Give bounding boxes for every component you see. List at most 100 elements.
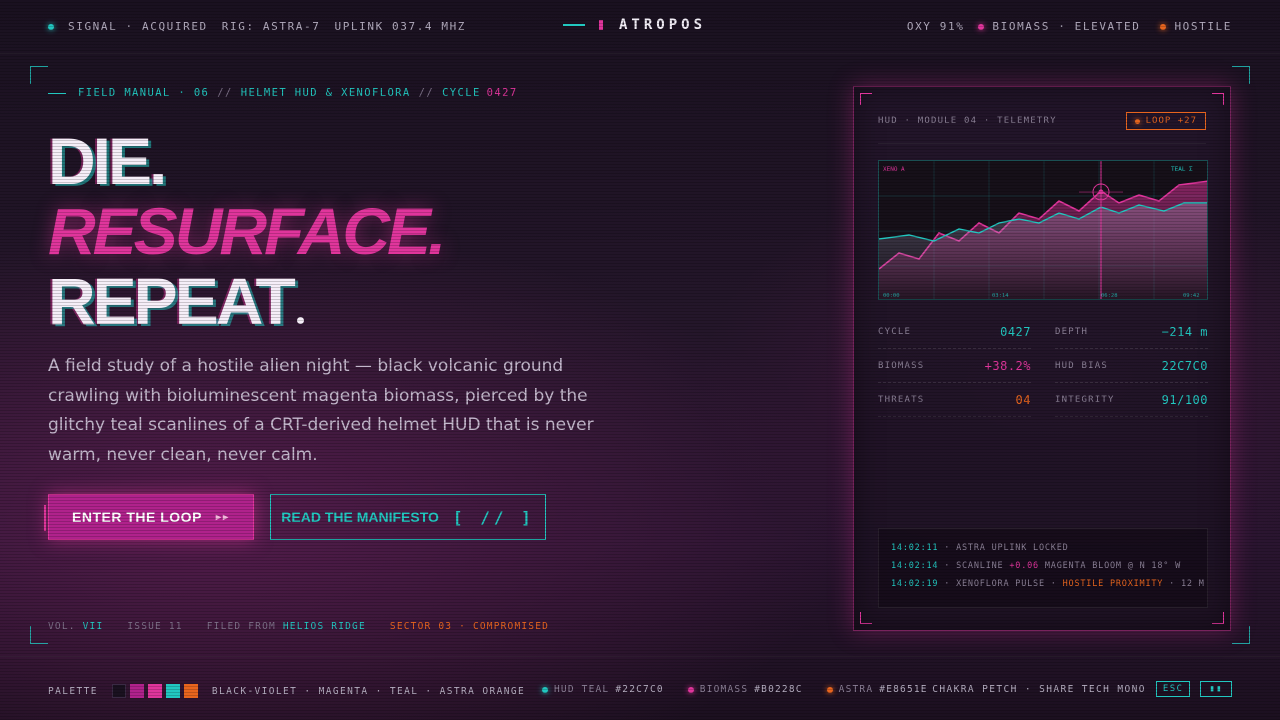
hero-line-repeat-text: REPEAT xyxy=(48,264,296,338)
signal-dot-icon xyxy=(48,23,54,30)
oxy-readout: OXY 91% xyxy=(906,20,965,33)
corner-bracket-icon xyxy=(30,66,48,84)
vol-label: VOL. xyxy=(48,621,76,632)
swatch-orange xyxy=(183,684,198,698)
breadcrumb-separator: // xyxy=(418,87,435,99)
log-text: · ASTRA UPLINK LOCKED xyxy=(944,543,1069,553)
log-entry: 14:02:19 · XENOFLORA PULSE · HOSTILE PRO… xyxy=(891,579,1204,597)
crosshair-center-icon xyxy=(1098,189,1104,195)
signal-status: SIGNAL · ACQUIRED xyxy=(68,20,208,33)
chart-label-right: TEAL Σ xyxy=(1171,166,1193,173)
stat-value: 04 xyxy=(1015,392,1031,407)
palette-legend: PALETTE BLACK-VIOLET · MAGENTA · TEAL · … xyxy=(48,684,525,698)
telemetry-chart: XENO A TEAL Σ 00:00 03:14 06:28 09:42 xyxy=(878,160,1208,300)
hero-line-resurface: RESURFACE. xyxy=(48,194,446,268)
stat-row: CYCLE 0427 xyxy=(878,315,1031,349)
panel-divider xyxy=(878,143,1206,144)
log-time: 14:02:11 xyxy=(891,543,939,553)
panel-corner-icon xyxy=(860,612,872,624)
color-code-teal: HUD TEAL #22C7C0 xyxy=(542,684,664,695)
astra-dot-icon xyxy=(826,686,833,693)
sector-status: SECTOR 03 · COMPROMISED xyxy=(389,621,550,632)
color-code-astra: ASTRA #E8651E xyxy=(826,684,928,695)
color-codes: HUD TEAL #22C7C0 BIOMASS #B0228C ASTRA #E86… xyxy=(542,684,928,695)
palette-names: BLACK-VIOLET · MAGENTA · TEAL · ASTRA OR… xyxy=(211,685,526,697)
corner-bracket-icon xyxy=(1232,66,1250,84)
cycle-label: CYCLE xyxy=(442,87,481,99)
biomass-status: BIOMASS · ELEVATED xyxy=(992,20,1141,33)
biomass-label: BIOMASS xyxy=(699,684,749,695)
breadcrumb-line-icon xyxy=(48,92,66,94)
bottom-bar: PALETTE BLACK-VIOLET · MAGENTA · TEAL · … xyxy=(0,656,1280,720)
brand-title: ATROPOS xyxy=(619,17,707,33)
uplink-label: UPLINK 037.4 MHZ xyxy=(334,20,467,33)
stat-value: 0427 xyxy=(1000,324,1031,339)
chart-tick: 00:00 xyxy=(883,293,900,299)
hero-line-repeat: REPEAT xyxy=(48,266,443,336)
corner-bracket-icon xyxy=(30,626,48,644)
swatch-magenta xyxy=(147,684,162,698)
stat-key: HUD BIAS xyxy=(1055,360,1108,371)
teal-dot-icon xyxy=(542,686,548,693)
stat-value: 22C7C0 xyxy=(1161,358,1208,373)
log-text: · XENOFLORA PULSE · xyxy=(944,579,1057,589)
issue-meta: VOL. VII ISSUE 11 FILED FROM HELIOS RIDG… xyxy=(48,621,549,632)
enter-loop-button[interactable]: ENTER THE LOOP ▸▸ xyxy=(44,494,254,540)
bracket-slash-icon: [ // ] xyxy=(452,507,535,527)
biomass-dot-icon xyxy=(978,23,985,30)
chart-tick: 06:28 xyxy=(1101,293,1118,299)
stat-key: INTEGRITY xyxy=(1055,394,1115,405)
event-log: 14:02:11 · ASTRA UPLINK LOCKED 14:02:14 … xyxy=(878,528,1208,608)
swatch-biomass xyxy=(129,684,144,698)
log-highlight: +0.06 xyxy=(1009,561,1039,571)
panel-header: HUD · MODULE 04 · TELEMETRY xyxy=(878,116,1057,126)
telemetry-panel: HUD · MODULE 04 · TELEMETRY LOOP +27 XEN… xyxy=(853,86,1231,631)
stat-key: CYCLE xyxy=(878,326,912,337)
log-text: MAGENTA BLOOM @ N 18° W xyxy=(1044,561,1181,571)
stat-key: DEPTH xyxy=(1055,326,1089,337)
stat-value: −214 m xyxy=(1161,324,1208,339)
stats-grid: CYCLE 0427 DEPTH −214 m BIOMASS +38.2% HUD … xyxy=(878,315,1208,417)
log-text: · SCANLINE xyxy=(944,561,1004,571)
telemetry-chart-svg: XENO A TEAL Σ 00:00 03:14 06:28 09:42 xyxy=(879,161,1207,299)
pause-button[interactable]: ▮▮ xyxy=(1200,681,1232,697)
panel-corner-icon xyxy=(860,93,872,105)
filed-value: HELIOS RIDGE xyxy=(282,621,366,632)
biomass-dot-icon xyxy=(687,686,694,693)
stat-row: DEPTH −214 m xyxy=(1055,315,1208,349)
hero-dot-icon xyxy=(296,317,304,324)
log-entry: 14:02:14 · SCANLINE +0.06 MAGENTA BLOOM … xyxy=(891,561,1195,579)
panel-corner-icon xyxy=(1212,612,1224,624)
swatch-teal xyxy=(165,684,180,698)
stat-value: +38.2% xyxy=(984,358,1031,373)
loop-badge[interactable]: LOOP +27 xyxy=(1125,112,1206,130)
hud-teal-label: HUD TEAL xyxy=(554,684,610,695)
stat-row: HUD BIAS 22C7C0 xyxy=(1055,349,1208,383)
manual-topic: HELMET HUD & XENOFLORA xyxy=(240,87,411,99)
issue-label: ISSUE 11 xyxy=(127,621,183,632)
esc-key-button[interactable]: ESC xyxy=(1155,681,1191,697)
panel-corner-icon xyxy=(1212,93,1224,105)
status-right: OXY 91% BIOMASS · ELEVATED HOSTILE xyxy=(907,20,1232,33)
breadcrumb-separator: // xyxy=(217,87,233,99)
read-manifesto-label: READ THE MANIFESTO xyxy=(281,509,439,525)
log-time: 14:02:14 xyxy=(891,561,939,571)
enter-loop-label: ENTER THE LOOP xyxy=(72,509,202,525)
astra-label: ASTRA xyxy=(838,684,874,695)
hero-heading: DIE. RESURFACE. REPEAT xyxy=(48,126,446,336)
hud-teal-value: #22C7C0 xyxy=(615,684,664,695)
filed-label: FILED FROM xyxy=(206,621,276,632)
loop-dot-icon xyxy=(1134,118,1140,124)
color-code-biomass: BIOMASS #B0228C xyxy=(687,684,803,695)
hero-description: A field study of a hostile alien night —… xyxy=(48,356,594,465)
manual-label: FIELD MANUAL · 06 xyxy=(78,87,210,99)
corner-bracket-icon xyxy=(1232,626,1250,644)
brand-bar-icon xyxy=(599,20,603,30)
read-manifesto-button[interactable]: READ THE MANIFESTO [ // ] xyxy=(270,494,546,540)
brand-lockup[interactable]: ATROPOS xyxy=(563,17,706,33)
swatch-black-violet xyxy=(111,684,126,698)
chart-label-left: XENO A xyxy=(883,166,905,173)
bottom-right: CHAKRA PETCH · SHARE TECH MONO ESC ▮▮ xyxy=(932,681,1232,697)
double-play-icon: ▸▸ xyxy=(215,511,230,523)
cycle-value: 0427 xyxy=(486,87,518,99)
